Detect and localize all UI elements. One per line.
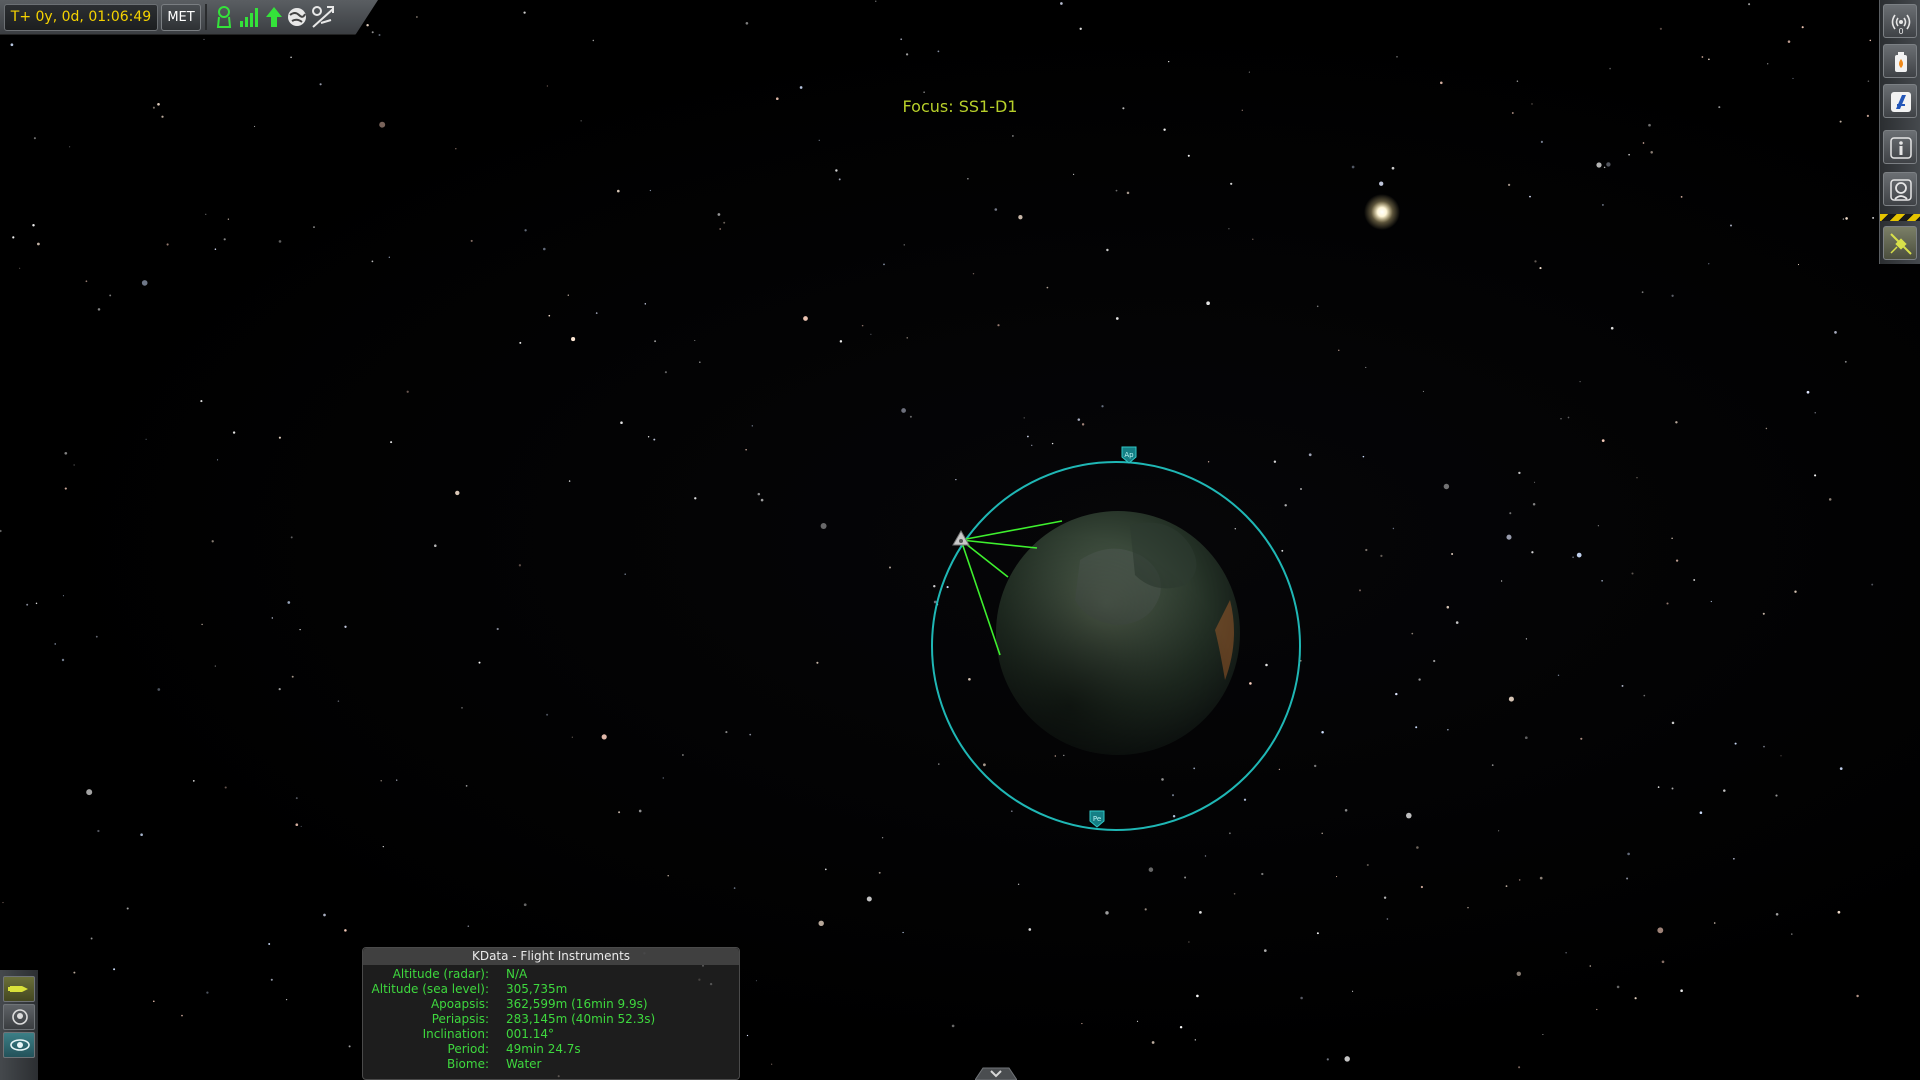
kdata-label: Periapsis:	[431, 1012, 489, 1026]
kdata-row-apoapsis: Apoapsis: 362,599m (16min 9.9s)	[363, 997, 739, 1012]
kdata-label: Period:	[447, 1042, 489, 1056]
kdata-row-altitude-sea-level: Altitude (sea level): 305,735m	[363, 982, 739, 997]
kdata-panel[interactable]: KData - Flight Instruments Altitude (rad…	[362, 947, 740, 1080]
sun-glow[interactable]	[1364, 194, 1400, 230]
up-arrow-icon[interactable]	[263, 5, 285, 29]
antenna-icon: 0	[1891, 14, 1911, 35]
globe-icon[interactable]	[286, 5, 308, 29]
kdata-value: Water	[506, 1057, 542, 1071]
kdata-label: Altitude (sea level):	[371, 982, 489, 996]
left-toolbar	[0, 970, 38, 1080]
svg-text:Pe: Pe	[1093, 815, 1101, 823]
tracking-icon[interactable]	[311, 5, 334, 29]
crew-portrait-icon	[12, 1009, 28, 1025]
kdata-label: Inclination:	[422, 1027, 489, 1041]
fuel-icon	[1895, 52, 1907, 72]
periapsis-marker[interactable]: Pe	[1089, 810, 1105, 828]
satellite-button[interactable]	[1883, 226, 1917, 260]
kdata-label: Altitude (radar):	[392, 967, 489, 981]
kdata-row-altitude-radar: Altitude (radar): N/A	[363, 967, 739, 982]
info-icon	[1890, 137, 1912, 159]
mission-elapsed-time[interactable]: T+ 0y, 0d, 01:06:49	[4, 4, 158, 31]
signal-strength-icon[interactable]	[238, 5, 260, 29]
kdata-value: 49min 24.7s	[506, 1042, 581, 1056]
focus-label: Focus: SS1-D1	[902, 97, 1018, 116]
map-view-button[interactable]	[3, 1032, 35, 1058]
satellite-icon	[1890, 233, 1912, 255]
kerbalism-button[interactable]	[1883, 84, 1917, 118]
info-button[interactable]	[1883, 130, 1917, 164]
navball-toggle-chevron[interactable]	[975, 1066, 1017, 1080]
met-mode-button[interactable]: MET	[161, 4, 201, 31]
kdata-row-inclination: Inclination: 001.14°	[363, 1027, 739, 1042]
svg-text:Ap: Ap	[1124, 451, 1134, 459]
fuel-button[interactable]	[1883, 44, 1917, 78]
svg-text:0: 0	[1898, 27, 1903, 35]
met-divider	[205, 4, 207, 30]
map-view-scene[interactable]: Ap Pe T+ 0y, 0d, 01:06:49 MET Focus: SS1…	[0, 0, 1920, 1080]
kdata-row-biome: Biome: Water	[363, 1057, 739, 1072]
astronaut-button[interactable]	[1883, 172, 1917, 206]
kdata-row-periapsis: Periapsis: 283,145m (40min 52.3s)	[363, 1012, 739, 1027]
map-view-icon	[10, 1039, 30, 1051]
kdata-value: 305,735m	[506, 982, 568, 996]
kdata-value: 283,145m (40min 52.3s)	[506, 1012, 656, 1026]
crew-icon[interactable]	[213, 5, 235, 29]
crew-portrait-button[interactable]	[3, 1004, 35, 1030]
kdata-title[interactable]: KData - Flight Instruments	[363, 948, 739, 965]
antenna-button[interactable]: 0	[1883, 4, 1917, 38]
kdata-label: Biome:	[446, 1057, 489, 1071]
met-bar: T+ 0y, 0d, 01:06:49 MET	[0, 0, 378, 35]
orbit-display: Ap Pe	[931, 194, 1400, 831]
kdata-value: 001.14°	[506, 1027, 554, 1041]
kdata-label: Apoapsis:	[430, 997, 489, 1011]
kerbalism-icon	[1891, 92, 1911, 112]
kdata-value: N/A	[506, 967, 528, 981]
astronaut-icon	[1890, 179, 1912, 201]
kdata-row-period: Period: 49min 24.7s	[363, 1042, 739, 1057]
right-toolbar: 0	[1879, 0, 1920, 264]
kdata-value: 362,599m (16min 9.9s)	[506, 997, 648, 1011]
vessel-button[interactable]	[3, 976, 35, 1002]
hazard-stripe	[1880, 214, 1920, 221]
apoapsis-marker[interactable]: Ap	[1121, 446, 1137, 464]
vessel-icon	[8, 986, 28, 992]
